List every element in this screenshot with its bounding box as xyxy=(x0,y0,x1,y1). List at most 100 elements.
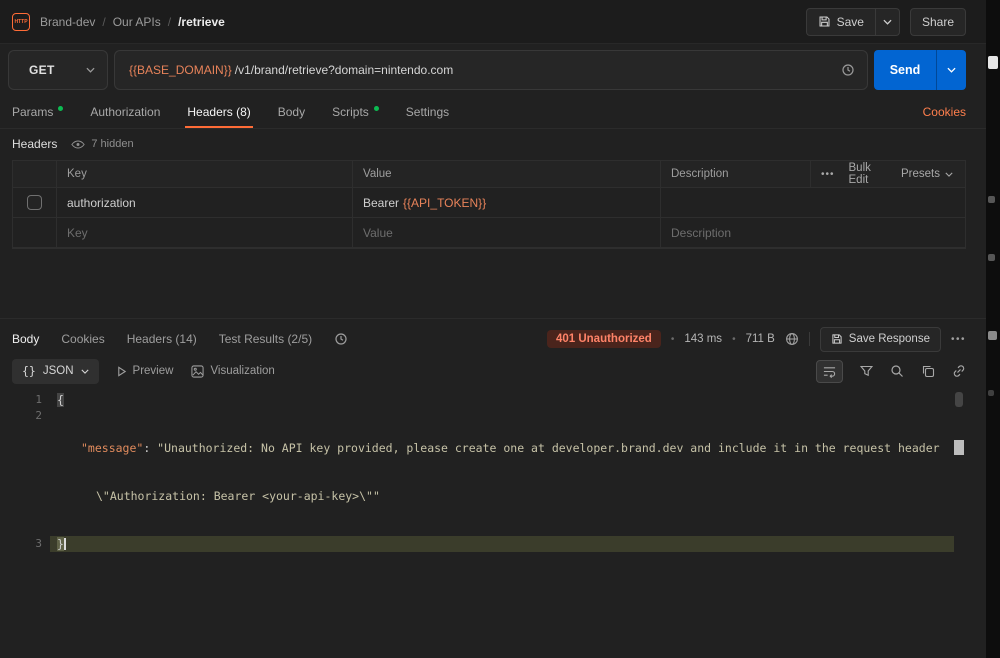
row-checkbox[interactable] xyxy=(27,195,42,210)
cursor-overview-marker xyxy=(954,440,964,455)
method-label: GET xyxy=(29,63,55,77)
header-description-cell[interactable] xyxy=(661,188,965,217)
new-value-input[interactable]: Value xyxy=(353,218,661,247)
code-line-3: 3 } xyxy=(0,536,954,552)
save-button[interactable]: Save xyxy=(805,7,876,36)
row-select-cell xyxy=(13,218,57,247)
api-token-variable: {{API_TOKEN}} xyxy=(403,195,487,210)
chevron-down-icon xyxy=(945,172,953,177)
visualization-icon xyxy=(191,364,205,378)
text-cursor xyxy=(63,538,66,550)
send-split-button: Send xyxy=(874,50,966,90)
hidden-headers-toggle[interactable]: 7 hidden xyxy=(71,138,134,150)
topbar: HTTP Brand-dev / Our APIs / /retrieve Sa… xyxy=(0,0,986,44)
share-button[interactable]: Share xyxy=(909,7,966,36)
code-line-1: 1 { xyxy=(0,392,954,408)
sidebar-icon[interactable] xyxy=(988,254,995,261)
json-string: "Unauthorized: No API key provided, plea… xyxy=(157,441,940,455)
response-time: 143 ms xyxy=(684,333,723,345)
chevron-down-icon xyxy=(947,67,956,73)
bulk-edit-button[interactable]: Bulk Edit xyxy=(849,162,887,186)
save-icon xyxy=(818,15,831,28)
response-meta: 401 Unauthorized • 143 ms • 711 B Save R… xyxy=(546,326,966,352)
wrap-text-toggle[interactable] xyxy=(816,359,843,383)
copy-icon[interactable] xyxy=(921,364,935,378)
json-string-wrap: \"Authorization: Bearer <your-api-key>\"… xyxy=(96,489,380,503)
dot-separator: • xyxy=(670,333,675,345)
globe-icon[interactable] xyxy=(785,332,799,346)
response-tab-test-results[interactable]: Test Results (2/5) xyxy=(219,332,312,346)
response-body-editor[interactable]: 1 { 2 "message": "Unauthorized: No API k… xyxy=(0,392,954,552)
send-options-button[interactable] xyxy=(936,50,966,90)
response-size: 711 B xyxy=(745,333,775,345)
search-icon[interactable] xyxy=(890,364,904,378)
url-variable: {{BASE_DOMAIN}} xyxy=(129,63,232,77)
history-icon[interactable] xyxy=(841,63,855,77)
response-tab-headers[interactable]: Headers (14) xyxy=(127,332,197,346)
divider xyxy=(808,332,810,346)
response-tab-cookies[interactable]: Cookies xyxy=(61,332,104,346)
visualization-button[interactable]: Visualization xyxy=(191,364,275,378)
headers-section-title: Headers xyxy=(12,137,58,151)
send-button[interactable]: Send xyxy=(874,50,936,90)
presets-button[interactable]: Presets xyxy=(901,168,953,180)
app-logo-icon[interactable]: HTTP xyxy=(12,12,30,31)
play-icon xyxy=(117,365,127,377)
column-header-value: Value xyxy=(353,161,661,187)
new-key-input[interactable]: Key xyxy=(57,218,353,247)
editor-scrollbar-thumb[interactable] xyxy=(955,392,963,407)
save-response-button[interactable]: Save Response xyxy=(819,326,941,352)
headers-section-header: Headers 7 hidden xyxy=(12,134,134,154)
more-actions-icon[interactable]: ••• xyxy=(821,169,835,180)
header-value-cell[interactable]: Bearer {{API_TOKEN}} xyxy=(353,188,661,217)
params-dot xyxy=(58,105,64,111)
tab-scripts[interactable]: Scripts xyxy=(332,96,379,128)
sidebar-icon[interactable] xyxy=(988,196,995,203)
sidebar-icon[interactable] xyxy=(988,56,998,69)
editor-tools xyxy=(816,359,966,383)
sidebar-icon[interactable] xyxy=(988,331,997,340)
line-number: 3 xyxy=(35,537,42,550)
breadcrumb-workspace[interactable]: Brand-dev xyxy=(40,15,95,29)
headers-table: Key Value Description ••• Bulk Edit Pres… xyxy=(12,160,966,249)
header-row-new: Key Value Description xyxy=(13,218,965,248)
line-number: 1 xyxy=(35,393,42,406)
header-row-authorization: authorization Bearer {{API_TOKEN}} xyxy=(13,188,965,218)
save-response-icon xyxy=(831,333,843,345)
select-column-header xyxy=(13,161,57,187)
more-options-icon[interactable]: ••• xyxy=(951,334,966,345)
method-select[interactable]: GET xyxy=(8,50,108,90)
column-header-key: Key xyxy=(57,161,353,187)
new-description-input[interactable]: Description xyxy=(661,218,965,247)
row-select-cell xyxy=(13,188,57,217)
request-tabs: Params Authorization Headers (8) Body Sc… xyxy=(0,96,986,129)
breadcrumb-collection[interactable]: Our APIs xyxy=(113,15,161,29)
response-divider xyxy=(0,318,986,319)
headers-table-header: Key Value Description ••• Bulk Edit Pres… xyxy=(13,161,965,188)
save-options-button[interactable] xyxy=(875,7,900,36)
share-label: Share xyxy=(921,14,954,29)
json-key: "message" xyxy=(81,441,144,455)
link-icon[interactable] xyxy=(952,364,966,378)
header-key-cell[interactable]: authorization xyxy=(57,188,353,217)
tab-authorization[interactable]: Authorization xyxy=(90,96,160,128)
response-format-select[interactable]: {} JSON xyxy=(12,358,99,384)
tab-params[interactable]: Params xyxy=(12,96,64,128)
column-header-description: Description xyxy=(661,161,811,187)
preview-button[interactable]: Preview xyxy=(117,365,173,377)
sidebar-icon[interactable] xyxy=(988,390,994,396)
url-path: /v1/brand/retrieve?domain=nintendo.com xyxy=(234,63,454,77)
url-input[interactable]: {{BASE_DOMAIN}} /v1/brand/retrieve?domai… xyxy=(114,50,868,90)
save-label: Save xyxy=(836,14,864,29)
topbar-actions: Save Share xyxy=(805,7,966,36)
dot-separator: • xyxy=(732,333,736,345)
cookies-link[interactable]: Cookies xyxy=(923,105,966,119)
response-tab-body[interactable]: Body xyxy=(12,332,39,346)
tab-headers[interactable]: Headers (8) xyxy=(185,96,254,128)
tab-settings[interactable]: Settings xyxy=(406,96,449,128)
response-history-icon[interactable] xyxy=(334,332,348,346)
tab-body[interactable]: Body xyxy=(278,96,305,128)
eye-icon xyxy=(71,140,86,149)
breadcrumb-request[interactable]: /retrieve xyxy=(178,15,225,29)
filter-icon[interactable] xyxy=(860,365,873,377)
